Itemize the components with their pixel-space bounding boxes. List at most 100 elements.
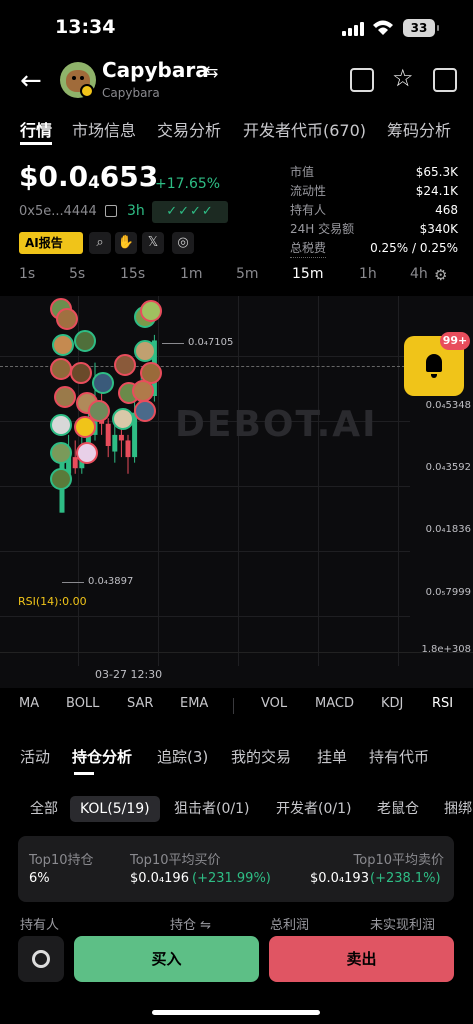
candle-body <box>105 423 111 446</box>
status-bar: 13:34 33 <box>0 0 473 56</box>
trader-avatar[interactable] <box>132 380 154 402</box>
filter-kol[interactable]: KOL(5/19) <box>70 796 160 822</box>
indicator-sar[interactable]: SAR <box>127 696 153 711</box>
token-age: 3h <box>127 203 145 219</box>
filter-insiders[interactable]: 老鼠仓 <box>377 798 419 818</box>
rsi-readout: RSI(14):0.00 <box>18 595 87 608</box>
x-social-icon[interactable]: 𝕏 <box>142 232 164 254</box>
copy-icon[interactable] <box>105 205 117 217</box>
tab-dev-tokens[interactable]: 开发者代币(670) <box>243 117 374 141</box>
tab-chip-analysis[interactable]: 筹码分析 <box>387 117 459 141</box>
tab-holding-analysis[interactable]: 持仓分析 <box>72 746 132 767</box>
gear-icon <box>32 950 50 968</box>
settings-button[interactable] <box>18 936 64 982</box>
trader-avatar[interactable] <box>54 386 76 408</box>
section-tabs: 活动 持仓分析 追踪(3) 我的交易 挂单 持有代币 <box>0 746 473 770</box>
stat-row: 市值 $65.3K <box>290 165 458 179</box>
trader-avatar[interactable] <box>50 468 72 490</box>
timeframe-1s[interactable]: 1s <box>19 266 35 282</box>
ai-report-button[interactable]: AI报告 <box>19 232 83 254</box>
safety-checks[interactable]: ✓✓✓✓ <box>152 201 228 223</box>
tab-trade-analysis[interactable]: 交易分析 <box>157 117 229 141</box>
contract-address: 0x5e...4444 <box>19 204 97 219</box>
buy-button[interactable]: 买入 <box>74 936 259 982</box>
indicator-macd[interactable]: MACD <box>315 696 354 711</box>
trader-avatar[interactable] <box>50 358 72 380</box>
trader-avatar[interactable] <box>114 354 136 376</box>
y-axis-label: 0.0₅7999 <box>425 587 471 598</box>
globe-icon[interactable]: ◎ <box>172 232 194 254</box>
hand-icon[interactable]: ✋ <box>115 232 137 254</box>
clock: 13:34 <box>55 16 116 38</box>
trader-avatar[interactable] <box>52 334 74 356</box>
top10-hold-value: 6% <box>29 871 50 886</box>
timeframe-1h[interactable]: 1h <box>359 266 377 282</box>
trader-avatar[interactable] <box>76 442 98 464</box>
indicator-boll[interactable]: BOLL <box>66 696 99 711</box>
signal-icon <box>342 20 368 36</box>
price-chart[interactable]: DEBOT.AI 0.0₄5348 0.0₄3592 0.0₄1836 0.0₅… <box>0 296 473 688</box>
tab-my-trades[interactable]: 我的交易 <box>231 746 291 767</box>
candle-body <box>125 440 131 458</box>
tab-activity[interactable]: 活动 <box>20 746 50 767</box>
price-change: +17.65% <box>155 176 221 192</box>
back-arrow-icon[interactable]: ← <box>20 68 42 94</box>
filter-all[interactable]: 全部 <box>30 798 58 818</box>
indicator-ma[interactable]: MA <box>19 696 39 711</box>
indicator-rsi[interactable]: RSI <box>432 696 453 711</box>
home-indicator <box>152 1010 320 1015</box>
battery-indicator: 33 <box>403 19 439 37</box>
timeframe-15m[interactable]: 15m <box>292 266 323 282</box>
chart-settings-icon[interactable]: ⚙ <box>434 266 447 284</box>
trader-avatar[interactable] <box>74 330 96 352</box>
top10-sell-pct: (+238.1%) <box>370 871 441 886</box>
trader-avatar[interactable] <box>140 300 162 322</box>
trader-avatar[interactable] <box>50 414 72 436</box>
timeframe-5s[interactable]: 5s <box>69 266 85 282</box>
active-tab-indicator <box>74 772 94 775</box>
star-icon[interactable]: ☆ <box>392 64 414 92</box>
tab-market-info[interactable]: 市场信息 <box>72 117 144 141</box>
y-axis-label: 1.8e+308 <box>421 644 471 655</box>
search-icon[interactable]: ⌕ <box>89 232 111 254</box>
indicator-ema[interactable]: EMA <box>180 696 208 711</box>
indicator-kdj[interactable]: KDJ <box>381 696 403 711</box>
top10-sell-value: $0.0₄193 <box>310 871 369 886</box>
token-name: Capybara <box>102 58 209 82</box>
trader-avatar[interactable] <box>70 362 92 384</box>
tab-market[interactable]: 行情 <box>20 117 60 141</box>
timeframe-5m[interactable]: 5m <box>236 266 259 282</box>
axis-divider <box>0 652 473 653</box>
filter-developers[interactable]: 开发者(0/1) <box>276 798 351 818</box>
timeframe-15s[interactable]: 15s <box>120 266 145 282</box>
trader-avatar[interactable] <box>92 372 114 394</box>
filter-bundled[interactable]: 捆绑 <box>444 798 473 818</box>
filter-snipers[interactable]: 狙击者(0/1) <box>174 798 249 818</box>
indicator-divider <box>233 698 234 714</box>
swap-icon[interactable]: ⇆ <box>205 62 218 81</box>
share-icon[interactable] <box>433 68 457 92</box>
ai-report-label: AI报告 <box>25 236 63 250</box>
timeframe-1m[interactable]: 1m <box>180 266 203 282</box>
chart-view-icon[interactable] <box>350 68 374 92</box>
tab-tracking[interactable]: 追踪(3) <box>157 746 208 767</box>
active-tab-indicator <box>20 142 52 145</box>
top10-sell-label: Top10平均卖价 <box>353 853 444 868</box>
timeframe-4h[interactable]: 4h <box>410 266 428 282</box>
trader-avatar[interactable] <box>74 416 96 438</box>
trader-avatar[interactable] <box>134 340 156 362</box>
tab-holdings[interactable]: 持有代币 <box>369 746 429 767</box>
trader-avatar[interactable] <box>112 408 134 430</box>
trader-avatar[interactable] <box>50 442 72 464</box>
trader-avatar[interactable] <box>56 308 78 330</box>
top10-buy-label: Top10平均买价 <box>130 853 221 868</box>
trader-avatar[interactable] <box>134 400 156 422</box>
tab-orders[interactable]: 挂单 <box>317 746 347 767</box>
token-header: ← Capybara ⇆ Capybara ☆ <box>0 56 473 106</box>
sell-button[interactable]: 卖出 <box>269 936 454 982</box>
candle-body <box>112 434 118 452</box>
stat-row: 24H 交易额 $340K <box>290 222 458 236</box>
indicator-vol[interactable]: VOL <box>261 696 287 711</box>
stat-row: 流动性 $24.1K <box>290 184 458 198</box>
low-price-label: 0.0₄3897 <box>88 576 134 587</box>
